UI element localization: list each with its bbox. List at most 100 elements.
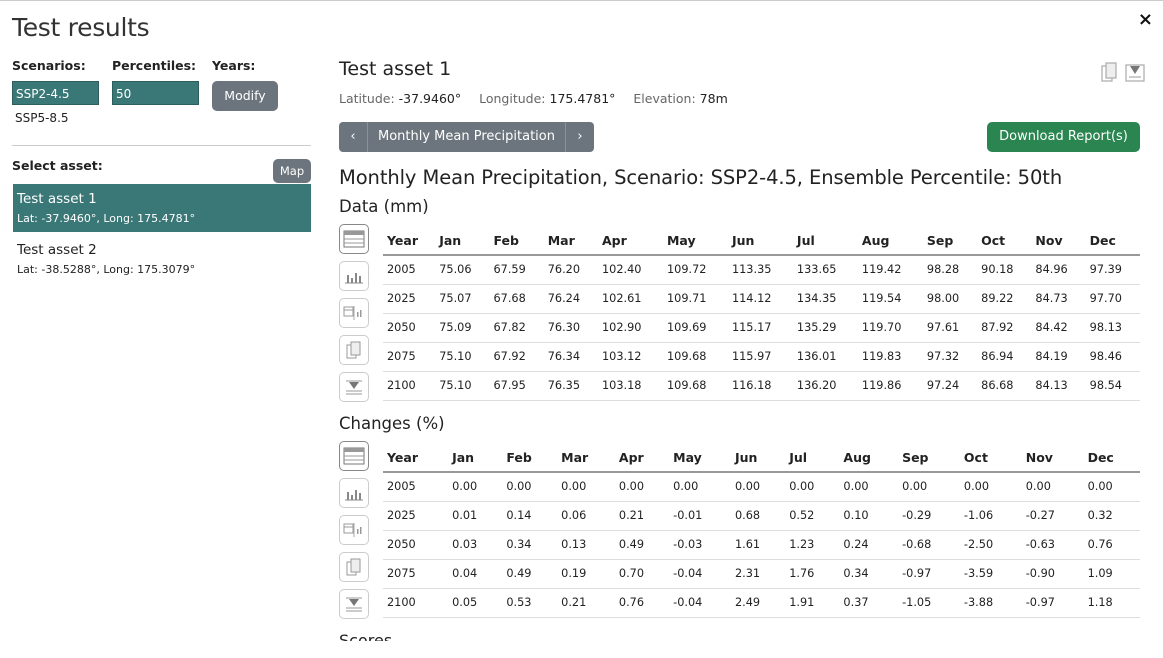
table-cell: -0.68 — [898, 530, 960, 560]
table-cell: 0.76 — [1083, 530, 1140, 560]
asset-item-2[interactable]: Test asset 2 Lat: -38.5288°, Long: 175.3… — [13, 235, 311, 283]
percentiles-label: Percentiles: — [112, 58, 197, 73]
column-header: Sep — [922, 226, 978, 256]
table-cell: 0.00 — [1083, 472, 1140, 502]
table-cell: 119.54 — [857, 284, 923, 314]
copy-icon[interactable] — [339, 335, 369, 365]
table-cell: 98.00 — [922, 284, 978, 314]
column-header: Aug — [857, 226, 923, 256]
column-header: Apr — [597, 226, 663, 256]
modify-button[interactable]: Modify — [212, 81, 278, 111]
column-header: Apr — [614, 443, 670, 473]
table-cell: 135.29 — [792, 313, 858, 343]
table-cell: 1.23 — [785, 530, 840, 560]
table-cell: 75.10 — [435, 371, 490, 401]
table-icon[interactable] — [339, 224, 369, 254]
table-cell: 98.28 — [922, 255, 978, 285]
table-cell: -1.05 — [898, 588, 960, 618]
table-cell: -0.97 — [1021, 588, 1084, 618]
column-header: Sep — [898, 443, 960, 473]
table-row: 2025 75.07 67.68 76.24 102.61 109.71 114.12 134… — [383, 284, 1140, 314]
asset-coords: Lat: -37.9460°, Long: 175.4781° — [17, 212, 196, 225]
asset-name: Test asset 2 — [17, 242, 97, 258]
table-cell: 76.20 — [543, 255, 598, 285]
changes-table: Year Jan Feb Mar Apr May Jun Jul Aug Sep Oct Nov Dec… — [383, 443, 1140, 618]
table-cell: -2.50 — [959, 530, 1022, 560]
elevation-value: 78m — [699, 91, 728, 106]
table-cell: 1.91 — [785, 588, 840, 618]
close-icon[interactable]: × — [1138, 9, 1153, 30]
download-report-button[interactable]: Download Report(s) — [987, 122, 1140, 152]
scenarios-column: Scenarios: SSP2-4.5 SSP5-8.5 — [12, 57, 99, 131]
table-cell: -0.04 — [669, 588, 731, 618]
next-section-title: Scores — [339, 631, 393, 641]
data-view-toggles — [339, 224, 371, 409]
bar-chart-icon[interactable] — [339, 478, 369, 508]
table-cell: 2025 — [383, 284, 436, 314]
table-row: 2100 0.05 0.53 0.21 0.76 -0.04 2.49 1.91 0.37 -1.… — [383, 588, 1140, 618]
table-cell: 0.52 — [785, 501, 840, 531]
table-row: 2075 75.10 67.92 76.34 103.12 109.68 115.97 136… — [383, 342, 1140, 372]
nav-next-button[interactable]: › — [566, 122, 594, 152]
table-chart-icon[interactable] — [339, 515, 369, 545]
table-cell: 109.68 — [662, 371, 728, 401]
table-cell: 75.06 — [435, 255, 490, 285]
table-cell: 1.09 — [1083, 559, 1140, 589]
column-header: Jan — [448, 443, 503, 473]
table-cell: 67.59 — [489, 255, 544, 285]
table-cell: 98.54 — [1085, 371, 1140, 401]
table-cell: 76.30 — [543, 313, 598, 343]
table-cell: 109.69 — [662, 313, 728, 343]
map-button[interactable]: Map — [273, 159, 311, 183]
bar-chart-icon[interactable] — [339, 261, 369, 291]
table-cell: 102.61 — [597, 284, 663, 314]
table-cell: 109.68 — [662, 342, 728, 372]
download-icon[interactable] — [339, 372, 369, 402]
table-cell: 109.71 — [662, 284, 728, 314]
table-cell: 0.24 — [839, 530, 899, 560]
nav-metric-title[interactable]: Monthly Mean Precipitation — [367, 122, 566, 152]
table-cell: 119.83 — [857, 342, 923, 372]
column-header: Mar — [543, 226, 598, 256]
longitude-value: 175.4781° — [549, 91, 616, 106]
asset-item-1[interactable]: Test asset 1 Lat: -37.9460°, Long: 175.4… — [13, 184, 311, 232]
copy-icon[interactable] — [339, 552, 369, 582]
table-cell: 116.18 — [727, 371, 793, 401]
table-icon[interactable] — [339, 441, 369, 471]
percentile-option-50[interactable]: 50 — [112, 81, 199, 105]
scenario-option-ssp245[interactable]: SSP2-4.5 — [12, 81, 99, 105]
column-header: Dec — [1085, 226, 1140, 256]
scenario-option-ssp585[interactable]: SSP5-8.5 — [12, 105, 99, 131]
table-cell: -0.04 — [669, 559, 731, 589]
table-cell: -0.01 — [669, 501, 731, 531]
table-cell: 2100 — [383, 588, 449, 618]
page-title: Test results — [12, 13, 150, 42]
download-icon[interactable] — [339, 589, 369, 619]
column-header: Jul — [792, 226, 858, 256]
table-cell: 89.22 — [977, 284, 1032, 314]
table-cell: 0.34 — [839, 559, 899, 589]
table-cell: 0.53 — [502, 588, 558, 618]
table-cell: 84.96 — [1031, 255, 1086, 285]
table-cell: 102.40 — [597, 255, 663, 285]
nav-prev-button[interactable]: ‹ — [339, 122, 367, 152]
table-cell: 67.82 — [489, 313, 544, 343]
table-chart-icon[interactable] — [339, 298, 369, 328]
table-cell: 84.42 — [1031, 313, 1086, 343]
table-cell: -0.29 — [898, 501, 960, 531]
copy-icon[interactable] — [1101, 62, 1119, 86]
table-cell: 2.31 — [730, 559, 786, 589]
column-header: Dec — [1083, 443, 1140, 473]
download-icon[interactable] — [1125, 62, 1145, 86]
table-cell: 84.19 — [1031, 342, 1086, 372]
table-cell: 98.13 — [1085, 313, 1140, 343]
asset-title: Test asset 1 — [339, 58, 452, 80]
data-title: Data (mm) — [339, 197, 429, 216]
table-cell: 136.01 — [792, 342, 858, 372]
table-cell: 133.65 — [792, 255, 858, 285]
column-header: Jun — [730, 443, 786, 473]
column-header: May — [669, 443, 731, 473]
table-cell: 0.00 — [730, 472, 786, 502]
table-cell: 84.13 — [1031, 371, 1086, 401]
table-cell: -3.59 — [959, 559, 1022, 589]
